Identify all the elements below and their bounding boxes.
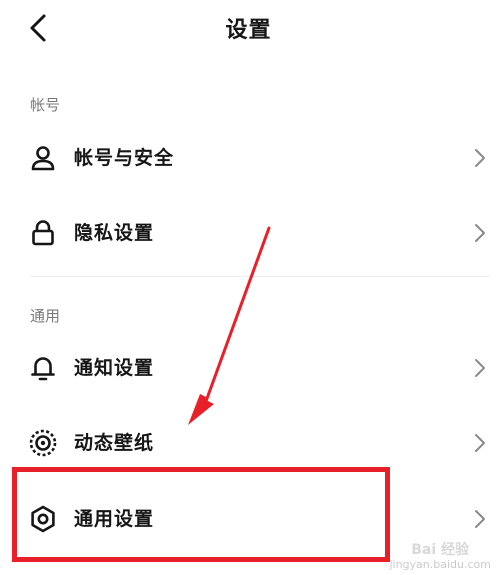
settings-row-label: 通用设置 <box>74 508 155 530</box>
settings-row-dynamic-wallpaper[interactable]: 动态壁纸 <box>0 413 497 473</box>
settings-row-notifications[interactable]: 通知设置 <box>0 338 497 398</box>
settings-row-privacy[interactable]: 隐私设置 <box>0 203 497 263</box>
section-label-account: 帐号 <box>30 96 61 114</box>
section-label-general: 通用 <box>30 307 61 325</box>
dynamic-wallpaper-icon <box>28 428 58 458</box>
page-title: 设置 <box>225 18 272 43</box>
settings-row-label: 通知设置 <box>74 357 155 379</box>
lock-icon <box>28 218 58 248</box>
chevron-right-icon <box>473 146 487 170</box>
settings-row-label: 隐私设置 <box>74 222 155 244</box>
watermark-url: jingyan.baidu.com <box>389 558 491 571</box>
bell-icon <box>28 353 58 383</box>
chevron-right-icon <box>473 221 487 245</box>
section-divider <box>30 276 490 277</box>
watermark-brand: Bai 经验 <box>411 542 469 558</box>
app-header: 设置 <box>0 0 497 60</box>
chevron-right-icon <box>473 507 487 531</box>
chevron-right-icon <box>473 356 487 380</box>
settings-row-account-security[interactable]: 帐号与安全 <box>0 128 497 188</box>
settings-row-label: 帐号与安全 <box>74 147 175 169</box>
chevron-right-icon <box>473 431 487 455</box>
person-icon <box>28 143 58 173</box>
gear-icon <box>28 504 58 534</box>
settings-row-label: 动态壁纸 <box>74 432 155 454</box>
